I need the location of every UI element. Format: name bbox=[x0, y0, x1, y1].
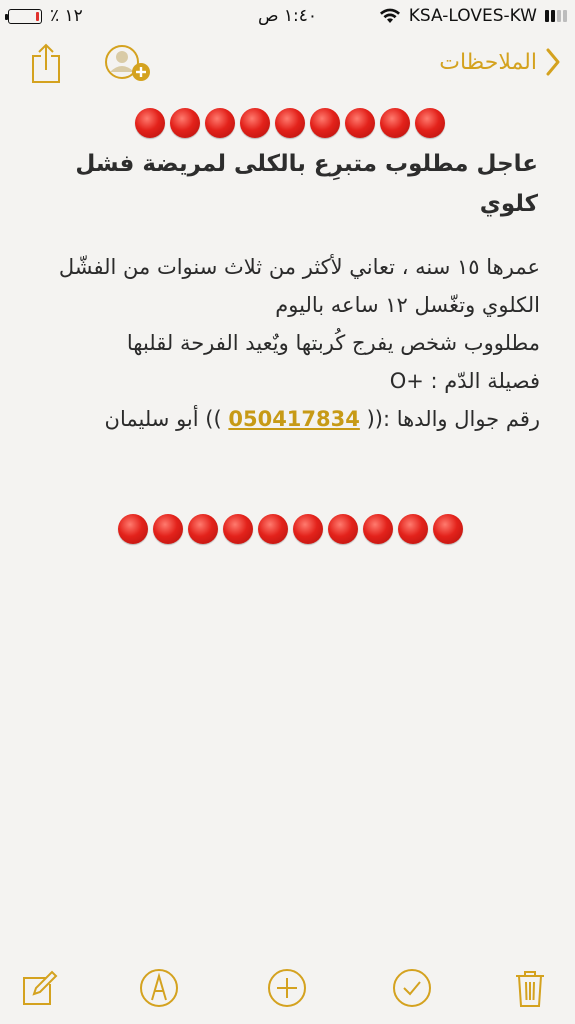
carrier-name: KSA-LOVES-KW bbox=[408, 6, 537, 26]
add-button[interactable] bbox=[265, 966, 309, 1010]
red-circle-emoji bbox=[222, 514, 253, 544]
note-content[interactable]: عاجل مطلوب متبرِع بالكلى لمريضة فشل كلوي… bbox=[40, 102, 540, 550]
red-circle-emoji bbox=[327, 514, 358, 544]
status-bar: ٪ ١٢ ١:٤٠ ص KSA-LOVES-KW bbox=[0, 0, 575, 34]
red-circle-row-bottom bbox=[40, 508, 540, 550]
red-circle-emoji bbox=[117, 514, 148, 544]
note-line-blood-type: فصيلة الدّم : +O bbox=[389, 369, 540, 393]
phone-prefix: رقم جوال والدها :(( bbox=[366, 407, 540, 431]
nav-bar: الملاحظات bbox=[0, 40, 575, 90]
note-line-phone: رقم جوال والدها :(( 050417834 )) أبو سلي… bbox=[40, 400, 540, 438]
note-line-age: عمرها ١٥ سنه ، تعاني لأكثر من ثلاث سنوات… bbox=[58, 255, 540, 317]
markup-icon bbox=[140, 969, 178, 1007]
note-title: عاجل مطلوب متبرِع بالكلى لمريضة فشل كلوي bbox=[75, 151, 538, 217]
red-circle-emoji bbox=[380, 108, 410, 138]
phone-link[interactable]: 050417834 bbox=[228, 407, 360, 431]
red-circle-emoji bbox=[432, 514, 463, 544]
red-circle-emoji bbox=[240, 108, 270, 138]
red-circle-emoji bbox=[152, 514, 183, 544]
back-label: الملاحظات bbox=[439, 49, 537, 75]
red-circle-emoji bbox=[275, 108, 305, 138]
red-circle-emoji bbox=[135, 108, 165, 138]
signal-icon bbox=[545, 10, 567, 22]
add-people-button[interactable] bbox=[102, 42, 156, 90]
compose-icon bbox=[23, 970, 58, 1005]
carrier-group: KSA-LOVES-KW bbox=[379, 6, 567, 26]
checklist-button[interactable] bbox=[390, 966, 434, 1010]
red-circle-row-top bbox=[40, 102, 540, 144]
add-icon bbox=[268, 969, 306, 1007]
compose-button[interactable] bbox=[16, 966, 60, 1010]
chevron-left-icon bbox=[546, 48, 560, 76]
phone-suffix: )) أبو سليمان bbox=[104, 407, 222, 431]
bottom-toolbar bbox=[0, 960, 575, 1024]
trash-button[interactable] bbox=[508, 966, 552, 1010]
note-body: عمرها ١٥ سنه ، تعاني لأكثر من ثلاث سنوات… bbox=[40, 248, 540, 438]
wifi-icon bbox=[379, 8, 400, 23]
checklist-icon bbox=[393, 969, 431, 1007]
red-circle-emoji bbox=[292, 514, 323, 544]
red-circle-emoji bbox=[205, 108, 235, 138]
share-button[interactable] bbox=[26, 42, 66, 90]
red-circle-emoji bbox=[170, 108, 200, 138]
trash-icon bbox=[516, 971, 544, 1007]
share-icon bbox=[32, 43, 60, 83]
note-line-request: مطلووب شخص يفرج كُربتها ويٌعيد الفرحة لق… bbox=[126, 331, 540, 355]
red-circle-emoji bbox=[362, 514, 393, 544]
red-circle-emoji bbox=[397, 514, 428, 544]
markup-button[interactable] bbox=[137, 966, 181, 1010]
red-circle-emoji bbox=[187, 514, 218, 544]
red-circle-emoji bbox=[257, 514, 288, 544]
red-circle-emoji bbox=[345, 108, 375, 138]
add-person-icon bbox=[105, 45, 150, 81]
back-button[interactable]: الملاحظات bbox=[439, 48, 561, 76]
red-circle-emoji bbox=[415, 108, 445, 138]
red-circle-emoji bbox=[310, 108, 340, 138]
